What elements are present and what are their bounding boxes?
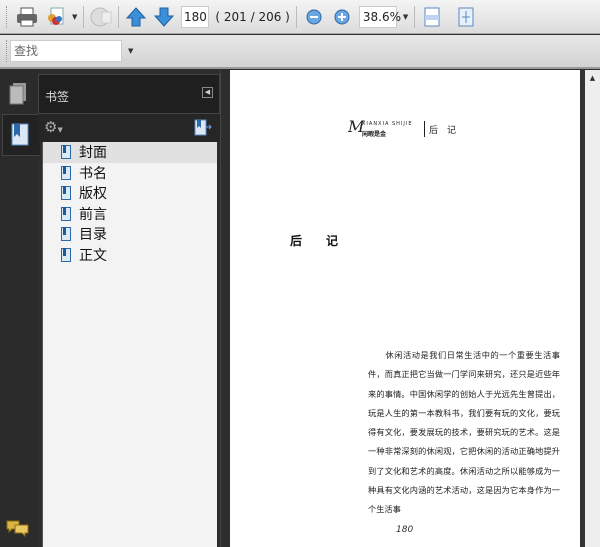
zoom-out-icon[interactable]: [303, 6, 325, 28]
toolbar-grip[interactable]: [6, 5, 8, 28]
header-title: 后 记: [429, 125, 457, 136]
previous-page-icon[interactable]: [125, 6, 147, 28]
separator: [295, 5, 297, 28]
bookmarks-panel-toolbar: ⚙▼: [38, 114, 220, 142]
options-gear-icon[interactable]: ⚙▼: [44, 120, 63, 137]
bookmark-icon: [61, 145, 71, 160]
bookmark-label: 正文: [79, 247, 107, 264]
section-title: 后 记: [290, 234, 339, 248]
bookmarks-list: 封面 书名 版权 前言 目录 正文: [42, 142, 217, 547]
find-input[interactable]: 查找: [10, 40, 122, 62]
scroll-up-icon[interactable]: ▲: [585, 74, 600, 82]
panel-splitter[interactable]: [220, 70, 230, 547]
new-bookmark-icon[interactable]: [194, 119, 212, 141]
page-number: 180: [396, 525, 414, 535]
zoom-level-input[interactable]: 38.6%: [358, 5, 401, 28]
bookmark-icon: [61, 186, 71, 201]
collapse-panel-button[interactable]: ◀: [202, 87, 213, 98]
fit-width-icon[interactable]: [421, 6, 443, 28]
zoom-dropdown-icon[interactable]: ▼: [403, 13, 408, 21]
zoom-in-icon[interactable]: [331, 6, 353, 28]
bookmarks-tab[interactable]: [2, 114, 40, 156]
bookmark-label: 封面: [79, 145, 107, 162]
document-page: M XIANXIA SHIJIE 闲暇是金 后 记 后 记 休闲活动是我们日常生…: [230, 70, 580, 547]
bookmark-item[interactable]: 版权: [43, 183, 217, 204]
vertical-scrollbar[interactable]: ▲: [585, 70, 600, 547]
toolbar-grip[interactable]: [6, 40, 8, 62]
bookmark-label: 书名: [79, 165, 107, 182]
bookmark-icon: [61, 227, 71, 242]
bookmark-item[interactable]: 书名: [43, 163, 217, 184]
share-dropdown-icon[interactable]: ▼: [72, 13, 77, 21]
bookmark-item[interactable]: 目录: [43, 224, 217, 245]
bookmark-icon: [61, 206, 71, 221]
page-count-label: ( 201 / 206 ): [215, 9, 290, 24]
running-header: M XIANXIA SHIJIE 闲暇是金 后 记: [348, 117, 457, 138]
bookmark-label: 目录: [79, 227, 107, 244]
bookmark-item[interactable]: 正文: [43, 245, 217, 266]
page-number-input[interactable]: 180: [181, 5, 210, 28]
bookmark-icon: [61, 165, 71, 180]
navigation-strip: [0, 70, 40, 547]
find-toolbar: 查找 ▼: [0, 35, 600, 69]
find-dropdown-icon[interactable]: ▼: [128, 47, 133, 55]
bookmarks-panel-icon: [10, 123, 30, 151]
share-icon[interactable]: [44, 6, 66, 28]
bookmark-item[interactable]: 封面: [43, 142, 217, 163]
bookmarks-panel-header: 书签 ◀: [38, 74, 220, 114]
separator: [414, 5, 416, 28]
body-paragraph: 休闲活动是我们日常生活中的一个重要生活事件，而真正把它当做一门学问来研究，还只是…: [368, 350, 560, 515]
separator: [83, 5, 85, 28]
bookmark-item[interactable]: 前言: [43, 204, 217, 225]
separator: [118, 5, 120, 28]
panel-title: 书签: [45, 90, 70, 104]
comments-icon[interactable]: [6, 518, 30, 542]
bookmark-label: 前言: [79, 206, 107, 223]
bookmark-icon: [61, 247, 71, 262]
print-icon[interactable]: [16, 6, 38, 28]
fit-page-icon[interactable]: [455, 6, 477, 28]
main-toolbar: ▼ 180 ( 201 / 206 ) 38.6% ▼: [0, 0, 600, 34]
pages-panel-icon[interactable]: [8, 82, 28, 110]
bookmark-label: 版权: [79, 186, 107, 203]
next-page-icon[interactable]: [153, 6, 175, 28]
collaborate-icon: [90, 6, 112, 28]
header-logo: M XIANXIA SHIJIE 闲暇是金: [348, 117, 413, 138]
